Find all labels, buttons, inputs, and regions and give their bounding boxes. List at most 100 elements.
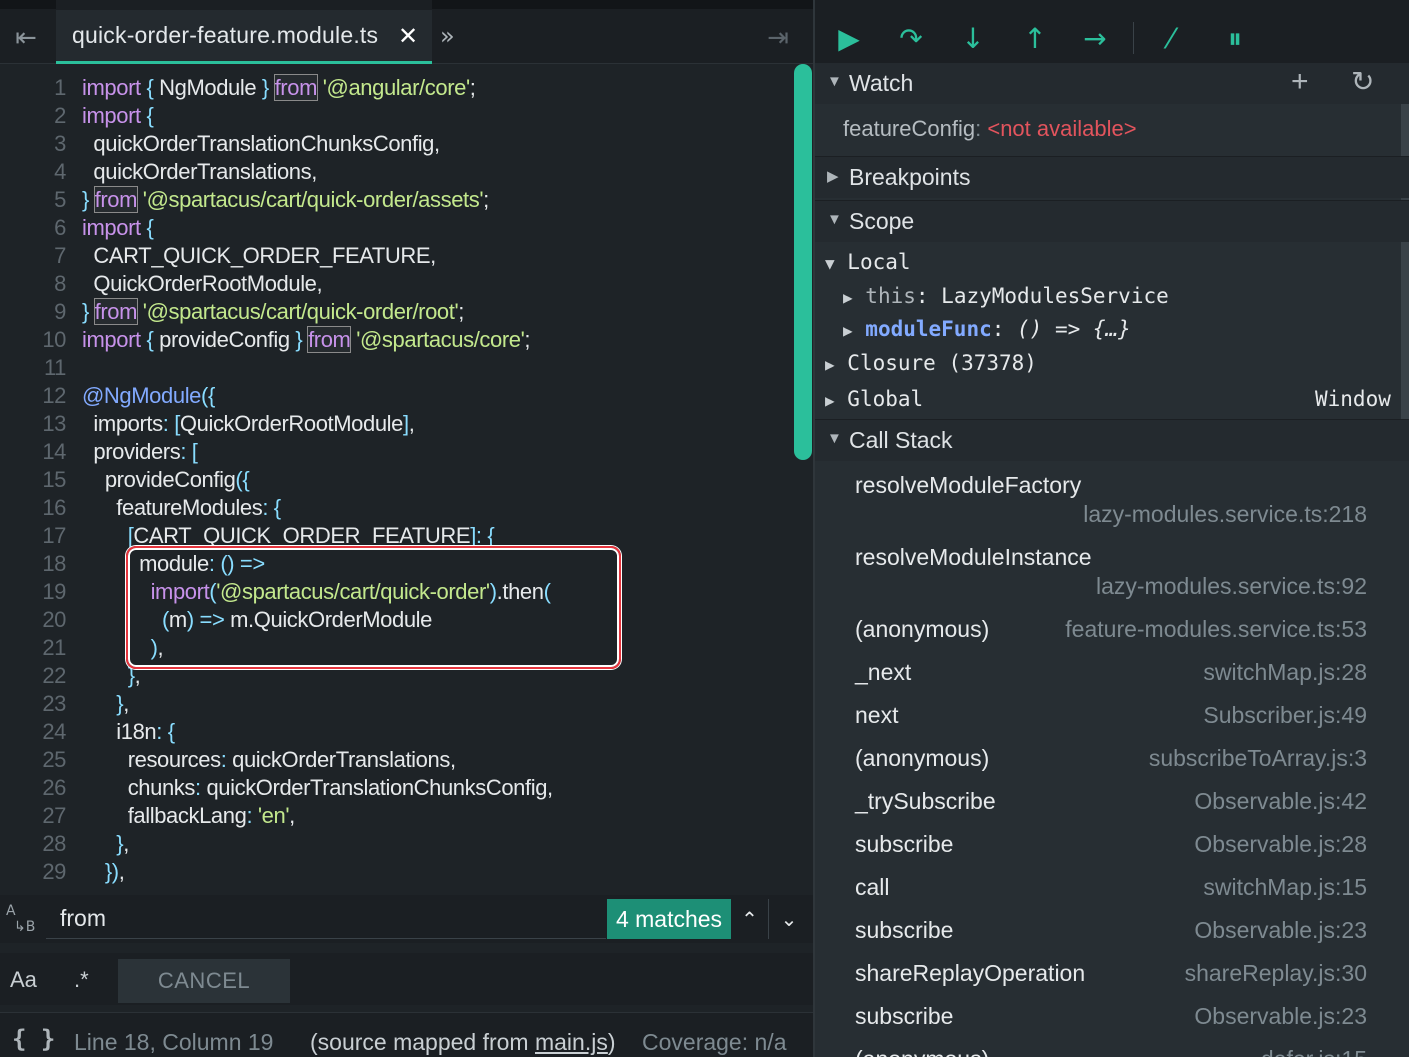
code-line[interactable]: 16 featureModules: { xyxy=(0,494,790,522)
search-input[interactable] xyxy=(46,899,606,939)
frame-location[interactable]: switchMap.js:15 xyxy=(1203,874,1367,901)
code-line[interactable]: 30 ], xyxy=(0,886,790,891)
callstack-header[interactable]: ▼ Call Stack xyxy=(815,419,1409,461)
next-match-button[interactable]: ⌄ xyxy=(770,899,808,939)
line-number[interactable]: 30 xyxy=(0,886,66,891)
line-number[interactable]: 15 xyxy=(0,466,66,494)
frame-location[interactable]: subscribeToArray.js:3 xyxy=(1149,745,1367,772)
line-number[interactable]: 7 xyxy=(0,242,66,270)
code-line[interactable]: 2 import { xyxy=(0,102,790,130)
code-line[interactable]: 6 import { xyxy=(0,214,790,242)
source-file-link[interactable]: main.js xyxy=(535,1029,608,1055)
line-number[interactable]: 3 xyxy=(0,130,66,158)
code-line[interactable]: 12 @NgModule({ xyxy=(0,382,790,410)
frame-location[interactable]: Observable.js:23 xyxy=(1194,1003,1367,1030)
scope-local[interactable]: ▼ Local xyxy=(825,250,911,274)
code-line[interactable]: 1 import { NgModule } from '@angular/core… xyxy=(0,74,790,102)
code-line[interactable]: 28 }, xyxy=(0,830,790,858)
frame-location[interactable]: Observable.js:28 xyxy=(1194,831,1367,858)
pretty-print-icon[interactable]: { } xyxy=(12,1025,55,1053)
tab-quick-order-feature-module[interactable]: quick-order-feature.module.ts ✕ xyxy=(56,10,432,64)
code-line[interactable]: 15 provideConfig({ xyxy=(0,466,790,494)
line-number[interactable]: 1 xyxy=(0,74,66,102)
line-number[interactable]: 6 xyxy=(0,214,66,242)
callstack-frame[interactable]: subscribe Observable.js:23 xyxy=(815,1001,1409,1044)
close-icon[interactable]: ✕ xyxy=(394,22,422,50)
breakpoints-header[interactable]: ▶ Breakpoints xyxy=(815,156,1409,198)
line-number[interactable]: 28 xyxy=(0,830,66,858)
scope-var-modulefunc[interactable]: ▶ moduleFunc: () => {…} xyxy=(843,317,1131,341)
callstack-frame[interactable]: resolveModuleFactory lazy-modules.service… xyxy=(815,470,1409,542)
previous-match-button[interactable]: ⌃ xyxy=(731,899,769,939)
line-number[interactable]: 12 xyxy=(0,382,66,410)
debugger-scrollbar[interactable] xyxy=(1401,80,1409,424)
callstack-frame[interactable]: resolveModuleInstance lazy-modules.servic… xyxy=(815,542,1409,614)
replace-toggle-icon[interactable]: A ↳B xyxy=(6,903,42,937)
line-number[interactable]: 8 xyxy=(0,270,66,298)
line-number[interactable]: 23 xyxy=(0,690,66,718)
code-line[interactable]: 10 import { provideConfig } from '@sparta… xyxy=(0,326,790,354)
line-number[interactable]: 10 xyxy=(0,326,66,354)
code-line[interactable]: 27 fallbackLang: 'en', xyxy=(0,802,790,830)
frame-location[interactable]: lazy-modules.service.ts:218 xyxy=(1083,501,1367,528)
line-number[interactable]: 18 xyxy=(0,550,66,578)
code-line[interactable]: 13 imports: [QuickOrderRootModule], xyxy=(0,410,790,438)
callstack-frame[interactable]: subscribe Observable.js:23 xyxy=(815,915,1409,958)
code-line[interactable]: 5} from '@spartacus/cart/quick-order/ass… xyxy=(0,186,790,214)
editor-scrollbar[interactable] xyxy=(794,64,812,460)
deactivate-breakpoints-button[interactable]: ⁄ xyxy=(1151,20,1191,58)
callstack-frame[interactable]: next Subscriber.js:49 xyxy=(815,700,1409,743)
callstack-frame[interactable]: shareReplayOperation shareReplay.js:30 xyxy=(815,958,1409,1001)
code-editor[interactable]: 1 import { NgModule } from '@angular/core… xyxy=(0,64,813,891)
scope-closure[interactable]: ▶ Closure (37378) xyxy=(825,351,1037,375)
frame-location[interactable]: Observable.js:42 xyxy=(1194,788,1367,815)
regex-toggle[interactable]: .* xyxy=(74,967,89,993)
line-number[interactable]: 4 xyxy=(0,158,66,186)
callstack-frame[interactable]: (anonymous) subscribeToArray.js:3 xyxy=(815,743,1409,786)
more-tabs-icon[interactable]: » xyxy=(440,22,455,50)
scope-global[interactable]: ▶ Global xyxy=(825,387,923,411)
line-number[interactable]: 24 xyxy=(0,718,66,746)
line-number[interactable]: 21 xyxy=(0,634,66,662)
frame-location[interactable]: lazy-modules.service.ts:92 xyxy=(1096,573,1367,600)
line-number[interactable]: 5 xyxy=(0,186,66,214)
scope-var-this[interactable]: ▶ this: LazyModulesService xyxy=(843,284,1169,308)
frame-location[interactable]: feature-modules.service.ts:53 xyxy=(1065,616,1367,643)
step-button[interactable]: → xyxy=(1075,20,1115,58)
line-number[interactable]: 11 xyxy=(0,354,66,382)
frame-location[interactable]: Observable.js:23 xyxy=(1194,917,1367,944)
code-line[interactable]: 29 }), xyxy=(0,858,790,886)
callstack-frame[interactable]: subscribe Observable.js:28 xyxy=(815,829,1409,872)
frame-location[interactable]: shareReplay.js:30 xyxy=(1185,960,1367,987)
line-number[interactable]: 19 xyxy=(0,578,66,606)
line-number[interactable]: 16 xyxy=(0,494,66,522)
code-line[interactable]: 25 resources: quickOrderTranslations, xyxy=(0,746,790,774)
callstack-frame[interactable]: (anonymous) feature-modules.service.ts:53 xyxy=(815,614,1409,657)
frame-location[interactable]: defer.js:15 xyxy=(1261,1046,1367,1057)
line-number[interactable]: 20 xyxy=(0,606,66,634)
line-number[interactable]: 29 xyxy=(0,858,66,886)
callstack-frame[interactable]: _trySubscribe Observable.js:42 xyxy=(815,786,1409,829)
watch-expression[interactable]: featureConfig: <not available> xyxy=(843,116,1137,142)
step-in-button[interactable]: ↓ xyxy=(953,20,993,58)
sidebar-expand-icon[interactable]: ⇥ xyxy=(760,22,796,54)
code-line[interactable]: 26 chunks: quickOrderTranslationChunksCo… xyxy=(0,774,790,802)
line-number[interactable]: 26 xyxy=(0,774,66,802)
line-number[interactable]: 13 xyxy=(0,410,66,438)
callstack-frame[interactable]: _next switchMap.js:28 xyxy=(815,657,1409,700)
refresh-icon[interactable]: ↻ xyxy=(1351,65,1374,98)
resume-button[interactable]: ▶ xyxy=(829,20,869,58)
code-line[interactable]: 23 }, xyxy=(0,690,790,718)
callstack-frame[interactable]: (anonymous) defer.js:15 xyxy=(815,1044,1409,1057)
sidebar-collapse-icon[interactable]: ⇤ xyxy=(8,22,44,54)
add-icon[interactable]: + xyxy=(1291,65,1309,99)
code-line[interactable]: 7 CART_QUICK_ORDER_FEATURE, xyxy=(0,242,790,270)
code-line[interactable]: 4 quickOrderTranslations, xyxy=(0,158,790,186)
code-line[interactable]: 11 xyxy=(0,354,790,382)
frame-location[interactable]: switchMap.js:28 xyxy=(1203,659,1367,686)
line-number[interactable]: 14 xyxy=(0,438,66,466)
scope-header[interactable]: ▼ Scope xyxy=(815,200,1409,242)
code-line[interactable]: 9} from '@spartacus/cart/quick-order/roo… xyxy=(0,298,790,326)
code-line[interactable]: 14 providers: [ xyxy=(0,438,790,466)
watch-header[interactable]: ▼ Watch + ↻ xyxy=(815,62,1409,104)
